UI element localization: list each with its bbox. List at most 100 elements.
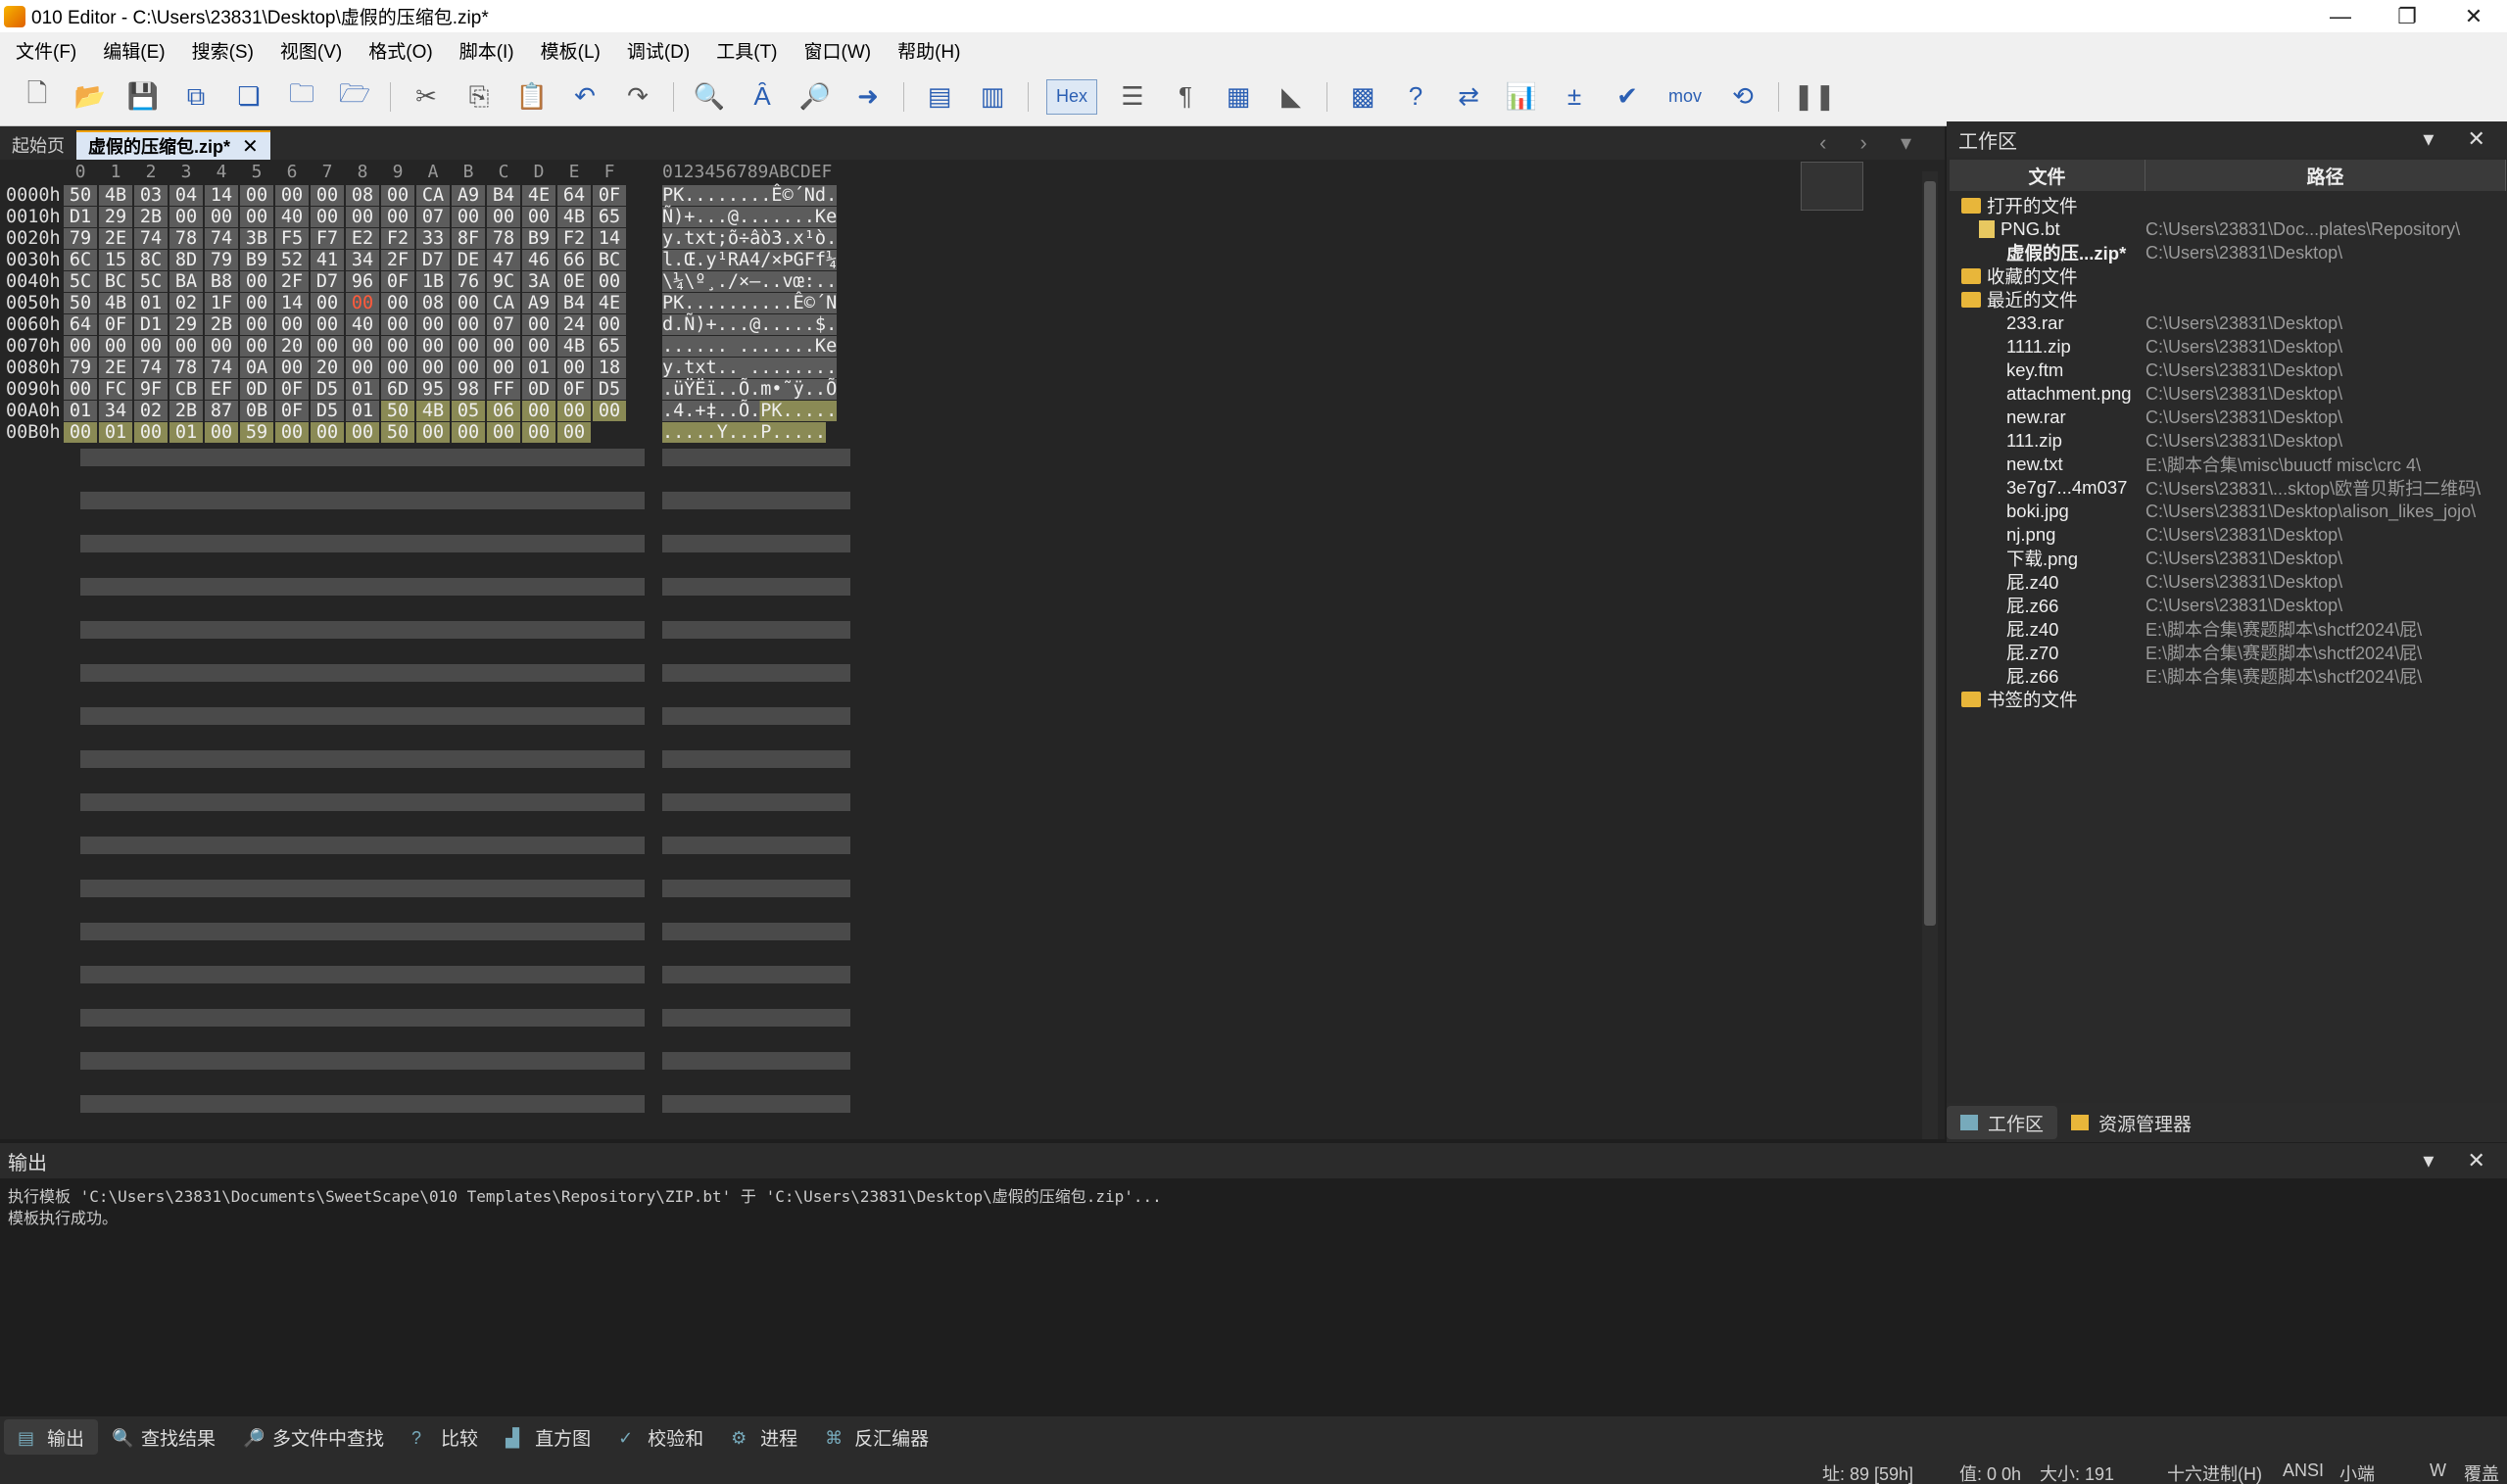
hex-byte[interactable]: 5C: [64, 271, 97, 292]
hex-byte[interactable]: 98: [452, 379, 485, 400]
tab-nav-arrows[interactable]: ‹ › ▾: [1819, 130, 1925, 156]
hex-row[interactable]: 0030h: 6C 15 8C 8D 79 B9 52 41 34 2F D7 DE 47 46 66 BC l.…: [0, 250, 882, 271]
hex-byte[interactable]: 02: [169, 293, 203, 313]
hex-byte[interactable]: B9: [522, 228, 555, 249]
tab-start-page[interactable]: 起始页: [0, 130, 76, 160]
hex-byte[interactable]: 00: [64, 336, 97, 357]
hex-byte[interactable]: 01: [169, 422, 203, 443]
hex-byte[interactable]: 96: [346, 271, 379, 292]
hex-byte[interactable]: 00: [416, 422, 450, 443]
hex-row[interactable]: 0020h: 79 2E 74 78 74 3B F5 F7 E2 F2 33 8F 78 B9 F2 14 y.…: [0, 228, 882, 250]
tree-item[interactable]: PNG.bt C:\Users\23831\Doc...plates\Reposi…: [1950, 217, 2506, 241]
menu-format[interactable]: 格式(O): [368, 37, 432, 64]
scroll-thumb[interactable]: [1924, 181, 1936, 926]
hex-byte[interactable]: FC: [99, 379, 132, 400]
hex-byte[interactable]: 00: [275, 422, 309, 443]
tab-active-file[interactable]: 虚假的压缩包.zip* ✕: [76, 130, 270, 160]
open-folder-icon[interactable]: 🗀: [284, 78, 319, 115]
hex-byte[interactable]: 9F: [134, 379, 168, 400]
hex-byte[interactable]: F2: [557, 228, 591, 249]
hex-byte[interactable]: 76: [452, 271, 485, 292]
hex-byte[interactable]: F7: [311, 228, 344, 249]
hex-byte[interactable]: 9C: [487, 271, 520, 292]
status-overwrite[interactable]: 覆盖: [2464, 1460, 2499, 1484]
hex-byte[interactable]: 2B: [205, 314, 238, 335]
hex-byte[interactable]: 00: [416, 336, 450, 357]
hex-byte[interactable]: 65: [593, 336, 626, 357]
hex-byte[interactable]: 00: [275, 358, 309, 378]
ascii-text[interactable]: PK..........Ê©´N: [662, 293, 838, 313]
hex-byte[interactable]: 74: [134, 228, 168, 249]
save-all-icon[interactable]: ❏: [231, 79, 266, 115]
hex-byte[interactable]: 00: [169, 336, 203, 357]
hex-row[interactable]: 0010h: D1 29 2B 00 00 00 40 00 00 00 07 00 00 00 4B 65 Ñ)…: [0, 207, 882, 228]
hex-byte[interactable]: 00: [240, 185, 273, 206]
hex-byte[interactable]: 0F: [381, 271, 414, 292]
status-write[interactable]: W: [2430, 1460, 2446, 1481]
hex-row[interactable]: 0090h: 00 FC 9F CB EF 0D 0F D5 01 6D 95 98 FF 0D 0F D5 .ü…: [0, 379, 882, 401]
hex-byte[interactable]: 00: [311, 207, 344, 227]
hex-row[interactable]: 0000h: 50 4B 03 04 14 00 00 00 08 00 CA A9 B4 4E 64 0F PK…: [0, 185, 882, 207]
hex-byte[interactable]: 0A: [240, 358, 273, 378]
tree-item[interactable]: 屁.z66 E:\脚本合集\赛题脚本\shctf2024\屁\: [1950, 664, 2506, 688]
hex-byte[interactable]: 00: [275, 314, 309, 335]
hex-byte[interactable]: BC: [99, 271, 132, 292]
hex-byte[interactable]: 79: [64, 228, 97, 249]
menu-search[interactable]: 搜索(S): [192, 37, 254, 64]
minimap[interactable]: [1801, 162, 1863, 211]
hex-byte[interactable]: 0F: [593, 185, 626, 206]
hex-byte[interactable]: 0B: [240, 401, 273, 421]
hex-byte[interactable]: 4E: [593, 293, 626, 313]
hex-byte[interactable]: 00: [134, 422, 168, 443]
tree-item[interactable]: 屁.z70 E:\脚本合集\赛题脚本\shctf2024\屁\: [1950, 641, 2506, 664]
hex-byte[interactable]: 00: [416, 358, 450, 378]
tree-item[interactable]: 屁.z40 C:\Users\23831\Desktop\: [1950, 570, 2506, 594]
compare-icon[interactable]: ⇄: [1451, 79, 1486, 115]
hex-byte[interactable]: 29: [169, 314, 203, 335]
status-endian[interactable]: 小端: [2339, 1460, 2375, 1484]
workspace-folder-icon[interactable]: 🗁: [337, 78, 372, 115]
save-as-icon[interactable]: ⧉: [178, 79, 214, 115]
tree-item[interactable]: 233.rar C:\Users\23831\Desktop\: [1950, 311, 2506, 335]
tree-item[interactable]: key.ftm C:\Users\23831\Desktop\: [1950, 359, 2506, 382]
hex-byte[interactable]: 74: [205, 358, 238, 378]
hex-byte[interactable]: 34: [99, 401, 132, 421]
hex-byte[interactable]: 00: [381, 336, 414, 357]
hex-byte[interactable]: 15: [99, 250, 132, 270]
hex-byte[interactable]: 78: [169, 358, 203, 378]
hex-byte[interactable]: 8D: [169, 250, 203, 270]
hex-byte[interactable]: 08: [416, 293, 450, 313]
output-log[interactable]: 执行模板 'C:\Users\23831\Documents\SweetScap…: [0, 1178, 2507, 1416]
hex-byte[interactable]: 00: [275, 185, 309, 206]
hex-byte[interactable]: 00: [240, 271, 273, 292]
tab-find-in-files[interactable]: 🔎 多文件中查找: [229, 1419, 398, 1455]
hex-byte[interactable]: 00: [452, 293, 485, 313]
hex-byte[interactable]: 00: [205, 207, 238, 227]
hex-byte[interactable]: 00: [381, 358, 414, 378]
hex-byte[interactable]: 00: [452, 336, 485, 357]
col-path[interactable]: 路径: [2145, 160, 2506, 191]
hex-byte[interactable]: BA: [169, 271, 203, 292]
hex-byte[interactable]: 00: [487, 358, 520, 378]
tree-item[interactable]: boki.jpg C:\Users\23831\Desktop\alison_li…: [1950, 500, 2506, 523]
tree-item[interactable]: new.txt E:\脚本合集\misc\buuctf misc\crc 4\: [1950, 453, 2506, 476]
tab-compare[interactable]: ? 比较: [398, 1419, 492, 1455]
hex-byte[interactable]: D5: [593, 379, 626, 400]
hex-byte[interactable]: 40: [275, 207, 309, 227]
tab-checksum[interactable]: ✓ 校验和: [604, 1419, 717, 1455]
hex-byte[interactable]: 87: [205, 401, 238, 421]
tab-disassembler[interactable]: ⌘ 反汇编器: [811, 1419, 942, 1455]
menu-debug[interactable]: 调试(D): [627, 37, 690, 64]
hex-byte[interactable]: D7: [416, 250, 450, 270]
tree-item[interactable]: 1111.zip C:\Users\23831\Desktop\: [1950, 335, 2506, 359]
hex-byte[interactable]: 41: [311, 250, 344, 270]
hex-byte[interactable]: E2: [346, 228, 379, 249]
hex-byte[interactable]: 01: [346, 379, 379, 400]
replace-icon[interactable]: Ȃ: [745, 79, 780, 115]
ascii-text[interactable]: l.Œ.y¹RA4/×ÞGFf¼: [662, 250, 838, 270]
menu-file[interactable]: 文件(F): [16, 37, 76, 64]
hex-byte[interactable]: 4B: [557, 207, 591, 227]
hex-byte[interactable]: 01: [346, 401, 379, 421]
hex-byte[interactable]: 52: [275, 250, 309, 270]
hex-byte[interactable]: 14: [205, 185, 238, 206]
